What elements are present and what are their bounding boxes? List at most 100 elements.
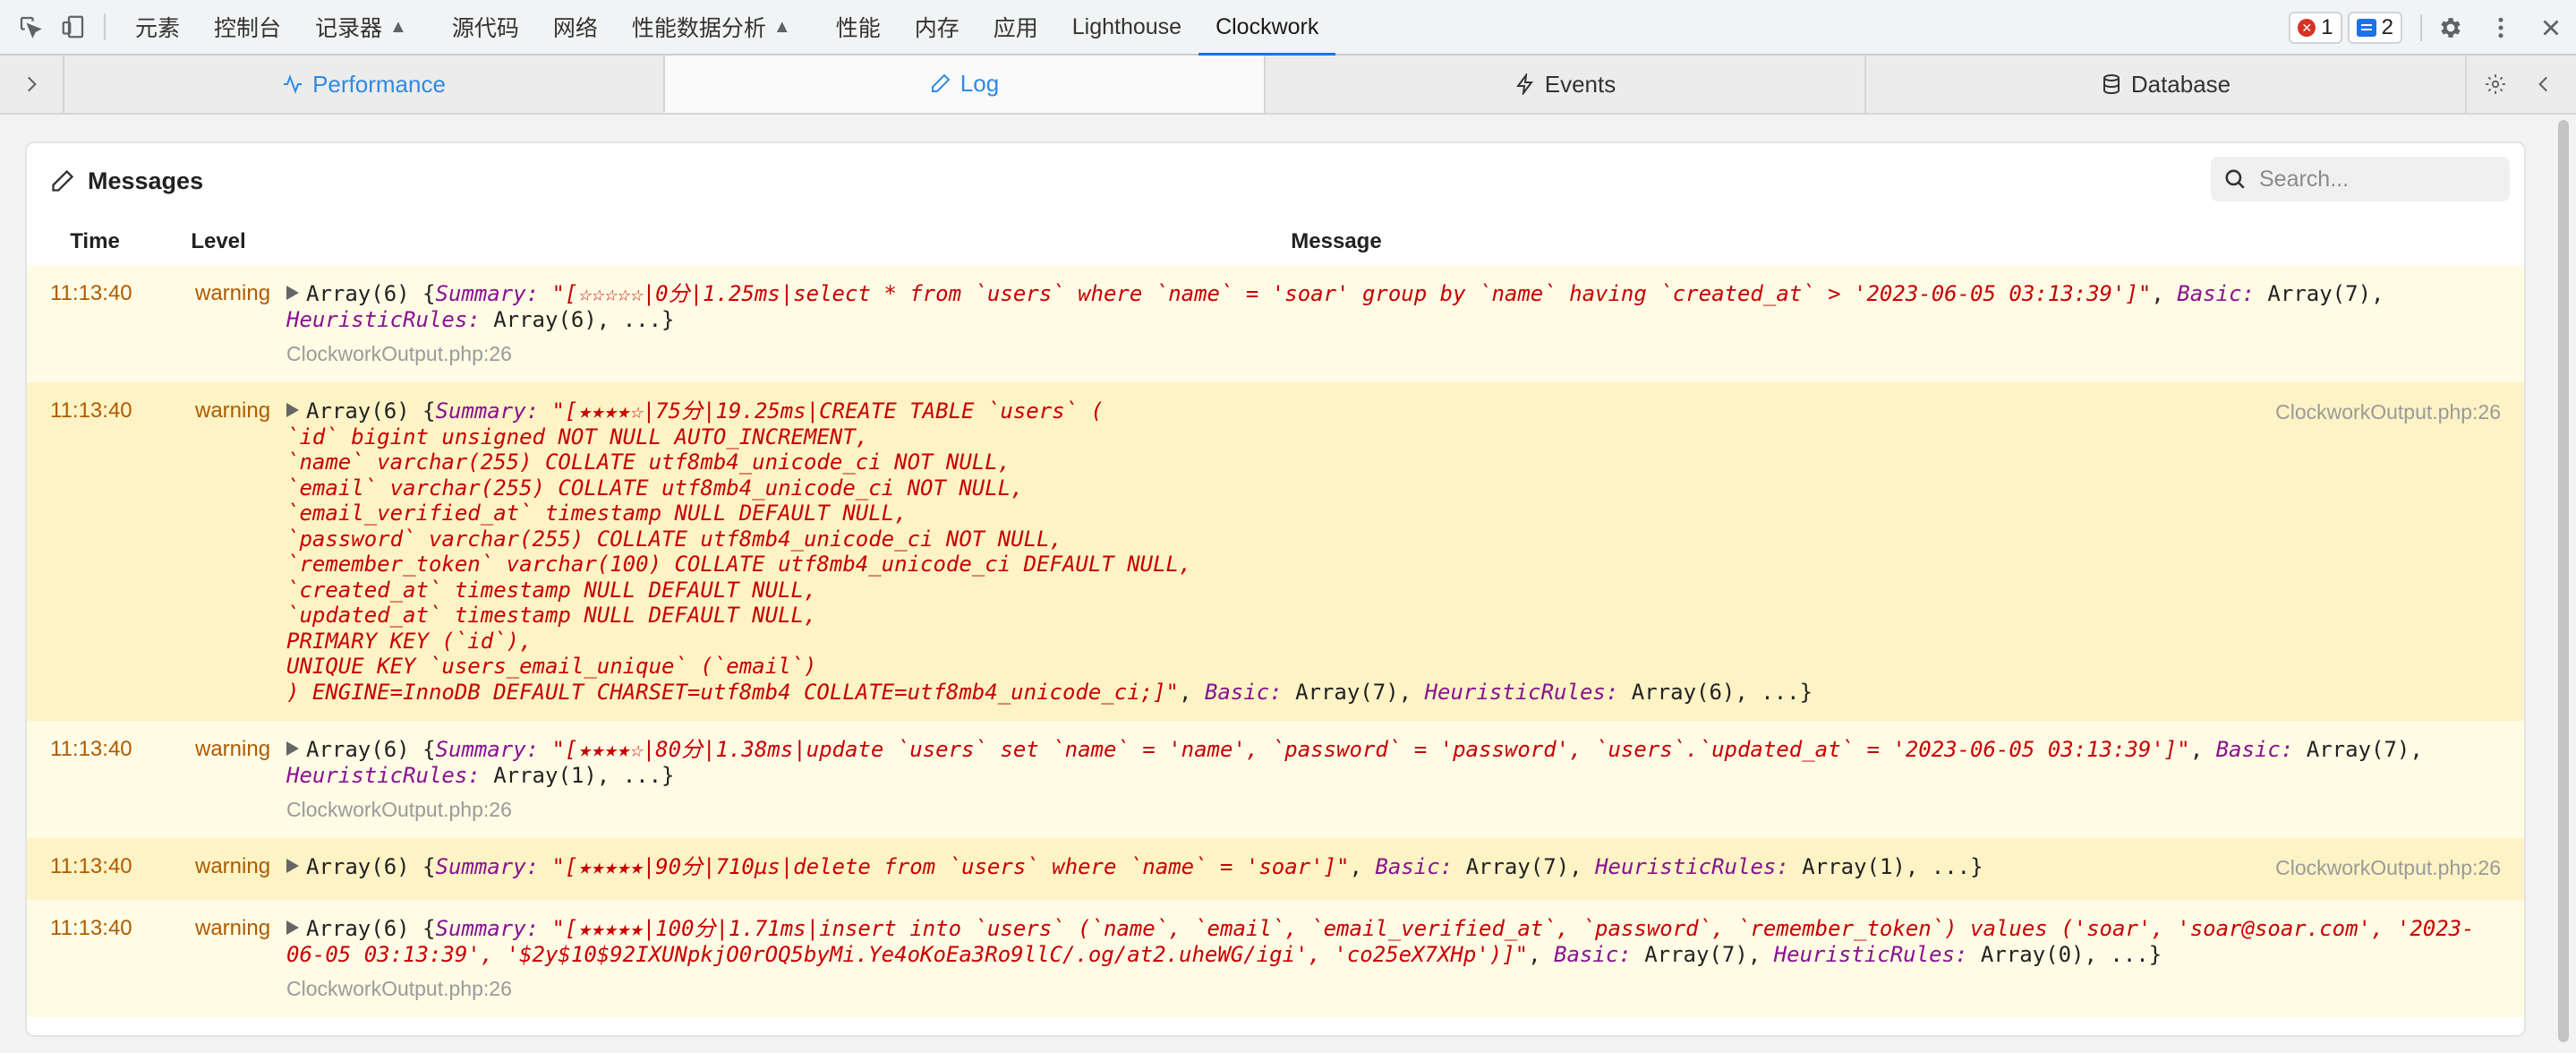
message-level: warning xyxy=(195,281,271,305)
tab-label: 性能 xyxy=(835,16,881,41)
tab-network[interactable]: 网络 xyxy=(536,0,615,55)
source-location-link[interactable]: ClockworkOutput.php:26 xyxy=(286,341,2488,367)
device-toolbar-icon[interactable] xyxy=(55,9,91,45)
tab-sources[interactable]: 源代码 xyxy=(435,0,536,55)
tab-cw-events[interactable]: Events xyxy=(1264,56,1864,113)
summary-value: "[★★★★★|90分|710µs|delete from `users` wh… xyxy=(551,854,1350,879)
source-location-link[interactable]: ClockworkOutput.php:26 xyxy=(286,976,2488,1002)
search-input[interactable] xyxy=(2259,166,2492,193)
message-time: 11:13:40 xyxy=(50,737,132,761)
tab-lighthouse[interactable]: Lighthouse xyxy=(1055,0,1198,55)
heuristic-value: Array(1), ...} xyxy=(1802,854,1983,879)
message-content: Array(6) {Summary: "[★★★★★|90分|710µs|del… xyxy=(286,851,2524,887)
expand-triangle-icon[interactable] xyxy=(286,859,299,873)
tab-cw-database[interactable]: Database xyxy=(1864,56,2465,113)
tab-cw-log[interactable]: Log xyxy=(663,56,1264,113)
heuristic-key: HeuristicRules: xyxy=(1424,679,1619,705)
error-count-badge[interactable]: ✕ 1 xyxy=(2289,12,2342,44)
expand-triangle-icon[interactable] xyxy=(286,920,299,935)
source-location-link[interactable]: ClockworkOutput.php:26 xyxy=(2275,856,2501,880)
summary-key: Summary: xyxy=(435,854,540,879)
devtools-toolbar: 元素 控制台 记录器 ▲ 源代码 网络 性能数据分析 ▲ 性能 内存 应用 Ligh… xyxy=(0,0,2576,56)
flask-icon: ▲ xyxy=(772,16,791,37)
column-header-time[interactable]: Time xyxy=(27,229,163,254)
clockwork-tab-bar: Performance Log Events Database xyxy=(0,56,2576,115)
message-content: Array(6) {Summary: "[☆☆☆☆☆|0分|1.25ms|sel… xyxy=(286,278,2524,370)
cw-settings-gear-icon[interactable] xyxy=(2467,73,2524,96)
panel-title: Messages xyxy=(88,167,204,194)
tab-clockwork[interactable]: Clockwork xyxy=(1198,0,1336,56)
message-count-badge[interactable]: 2 xyxy=(2347,12,2402,44)
tab-recorder[interactable]: 记录器 ▲ xyxy=(298,0,424,55)
array-prefix: Array(6) { xyxy=(306,854,436,879)
summary-key: Summary: xyxy=(435,737,540,762)
more-options-icon[interactable] xyxy=(2476,10,2526,46)
scrollbar-thumb[interactable] xyxy=(2558,120,2569,1042)
array-prefix: Array(6) { xyxy=(306,916,436,941)
error-icon: ✕ xyxy=(2298,19,2316,37)
message-icon xyxy=(2356,19,2376,37)
expand-triangle-icon[interactable] xyxy=(286,286,299,300)
table-row: 11:13:40 warning Array(6) {Summary: "[★★… xyxy=(27,838,2524,900)
tab-performance-insights[interactable]: 性能数据分析 ▲ xyxy=(615,0,808,55)
table-row: 11:13:40 warning Array(6) {Summary: "[★★… xyxy=(27,900,2524,1017)
source-location-link[interactable]: ClockworkOutput.php:26 xyxy=(286,797,2488,823)
tab-label: 源代码 xyxy=(451,16,519,41)
heuristic-key: HeuristicRules: xyxy=(1595,854,1789,879)
pencil-icon xyxy=(52,169,74,192)
heuristic-value: Array(6), ...} xyxy=(493,306,675,332)
search-box[interactable] xyxy=(2211,157,2510,201)
table-row: 11:13:40 warning Array(6) {Summary: "[☆☆… xyxy=(27,265,2524,382)
pencil-icon xyxy=(931,73,951,92)
collapse-chevron-left-icon[interactable] xyxy=(2524,73,2563,96)
tab-memory[interactable]: 内存 xyxy=(898,0,977,55)
basic-value: Array(7), xyxy=(1465,854,1582,879)
tab-console[interactable]: 控制台 xyxy=(197,0,298,55)
table-header: Time Level Message xyxy=(27,218,2524,265)
tab-cw-performance[interactable]: Performance xyxy=(63,56,663,113)
source-location-link[interactable]: ClockworkOutput.php:26 xyxy=(2275,400,2501,424)
vertical-scrollbar[interactable] xyxy=(2555,115,2571,1046)
close-devtools-icon[interactable] xyxy=(2526,10,2576,46)
messages-panel: Messages Time Level Message 11:13:40 war… xyxy=(25,141,2526,1037)
message-time: 11:13:40 xyxy=(50,854,132,878)
table-row: 11:13:40 warning Array(6) {Summary: "[★★… xyxy=(27,382,2524,721)
tab-label: 控制台 xyxy=(214,16,282,41)
tab-label: 记录器 xyxy=(315,16,383,41)
inspect-element-icon[interactable] xyxy=(13,9,48,45)
expand-triangle-icon[interactable] xyxy=(286,741,299,756)
heuristic-value: Array(1), ...} xyxy=(493,762,675,788)
column-header-message[interactable]: Message xyxy=(274,229,2524,254)
message-content: Array(6) {Summary: "[★★★★☆|75分|19.25ms|C… xyxy=(286,398,1813,705)
tab-label: Performance xyxy=(312,70,446,98)
tab-application[interactable]: 应用 xyxy=(977,0,1055,55)
clockwork-tab-actions xyxy=(2465,56,2563,113)
heuristic-key: HeuristicRules: xyxy=(286,306,481,332)
message-time: 11:13:40 xyxy=(50,281,132,305)
column-header-level[interactable]: Level xyxy=(163,229,274,254)
expand-sidebar-icon[interactable] xyxy=(0,56,63,113)
message-count: 2 xyxy=(2381,15,2393,39)
tab-elements[interactable]: 元素 xyxy=(118,0,197,55)
summary-value: "[★★★★☆|75分|19.25ms|CREATE TABLE `users`… xyxy=(286,398,1192,705)
message-time: 11:13:40 xyxy=(50,916,132,940)
settings-gear-icon[interactable] xyxy=(2426,10,2476,46)
panel-header: Messages xyxy=(27,143,2524,218)
message-level: warning xyxy=(195,916,271,940)
message-level: warning xyxy=(195,398,271,423)
tab-label: 应用 xyxy=(993,16,1038,41)
summary-key: Summary: xyxy=(435,281,540,306)
message-time: 11:13:40 xyxy=(50,398,132,423)
expand-triangle-icon[interactable] xyxy=(286,403,299,417)
tab-label: Log xyxy=(960,69,1000,97)
tab-performance[interactable]: 性能 xyxy=(819,0,898,55)
tab-label: 内存 xyxy=(914,16,960,41)
basic-key: Basic: xyxy=(1204,679,1283,705)
summary-value: "[☆☆☆☆☆|0分|1.25ms|select * from `users` … xyxy=(551,281,2152,306)
activity-icon xyxy=(284,74,303,94)
message-level: warning xyxy=(195,854,271,878)
tab-label: 网络 xyxy=(552,16,598,41)
flask-icon: ▲ xyxy=(389,16,407,37)
search-icon xyxy=(2225,169,2245,189)
summary-value: "[★★★★☆|80分|1.38ms|update `users` set `n… xyxy=(551,737,2190,762)
